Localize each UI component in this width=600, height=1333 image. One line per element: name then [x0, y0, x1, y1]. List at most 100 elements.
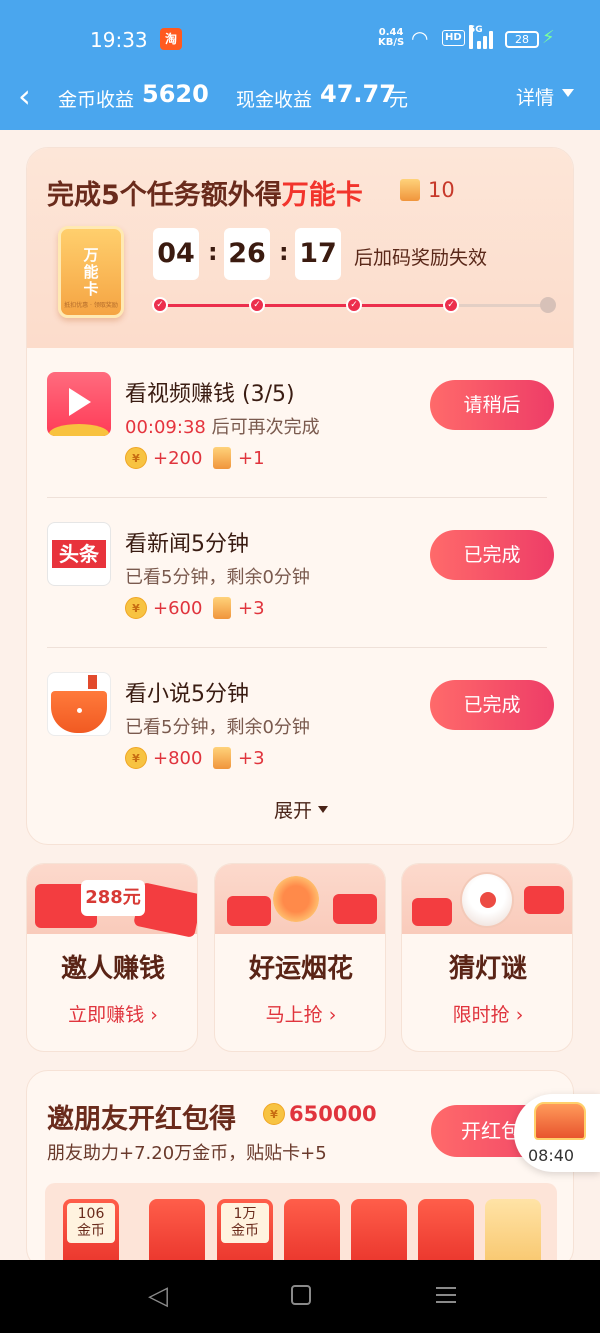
- task-subtitle: 00:09:38 后可再次完成: [125, 413, 320, 439]
- universal-card-foot: 抵扣优惠 · 领取奖励: [64, 302, 118, 309]
- promo-link[interactable]: 限时抢 ›: [402, 1000, 572, 1027]
- promo-invite-earn[interactable]: 288元 邀人赚钱 立即赚钱 ›: [26, 863, 198, 1052]
- chevron-down-icon[interactable]: [562, 89, 574, 97]
- promo-fireworks[interactable]: 好运烟花 马上抢 ›: [214, 863, 386, 1052]
- promo-title: 好运烟花: [248, 954, 353, 984]
- video-icon: [47, 372, 111, 436]
- timer-note: 后加码奖励失效: [354, 247, 488, 269]
- invite-red-packet-panel: 邀朋友开红包得 ¥ 650000 朋友助力+7.20万金币，贴贴卡+5 开红包 …: [26, 1070, 574, 1270]
- progress-step-dot: ✓: [346, 297, 362, 313]
- red-packet-label: 106 金币: [67, 1203, 115, 1243]
- red-envelope-icon: [227, 896, 271, 926]
- prize-tag: 288元: [81, 880, 145, 916]
- universal-card-icon: [400, 179, 420, 201]
- coin-icon: ¥: [125, 747, 147, 769]
- back-icon[interactable]: ‹: [18, 80, 31, 112]
- promo-image: 288元: [27, 864, 197, 938]
- task-card-reward: +3: [238, 748, 265, 769]
- nav-home-icon[interactable]: [291, 1285, 311, 1305]
- lantern-icon: [460, 872, 514, 928]
- promo-link[interactable]: 马上抢 ›: [215, 1000, 385, 1027]
- promo-image: [215, 864, 385, 934]
- expand-button[interactable]: 展开: [27, 796, 573, 823]
- app-header: ‹ 金币收益 5620 现金收益 47.77 元 详情: [0, 68, 600, 130]
- timer-colon: :: [279, 238, 289, 266]
- timer-hours: 04: [153, 228, 199, 280]
- firework-icon: [273, 876, 319, 922]
- nav-back-icon[interactable]: ◁: [148, 1282, 168, 1310]
- red-envelope-icon: [524, 886, 564, 914]
- task-countdown: 00:09:38: [125, 417, 206, 438]
- title-highlight: 万能卡: [281, 180, 363, 211]
- red-envelope-icon: [412, 898, 452, 926]
- task-row-news: 头条 看新闻5分钟 已看5分钟，剩余0分钟 ¥ +600 +3 已完成: [27, 498, 573, 648]
- task-card-reward: +3: [238, 598, 265, 619]
- task-name: 看视频赚钱 (3/5): [125, 382, 295, 407]
- task-subtitle: 已看5分钟，剩余0分钟: [125, 717, 310, 738]
- task-action-button[interactable]: 已完成: [430, 680, 554, 730]
- cash-earnings-value: 47.77: [320, 80, 396, 108]
- universal-card-icon: [213, 747, 231, 769]
- task-action-button[interactable]: 请稍后: [430, 380, 554, 430]
- red-packet-label: 1万 金币: [221, 1203, 269, 1243]
- signal-icon: 5G: [469, 25, 495, 49]
- net-speed-unit: KB/S: [378, 37, 405, 48]
- invite-description: 朋友助力+7.20万金币，贴贴卡+5: [47, 1143, 327, 1164]
- coin-icon: ¥: [263, 1103, 285, 1125]
- timer-seconds: 17: [295, 228, 341, 280]
- news-icon: 头条: [47, 522, 111, 586]
- news-icon-label: 头条: [52, 540, 106, 568]
- wifi-icon: ◠: [411, 26, 429, 50]
- net-speed: 0.44 KB/S: [378, 28, 404, 48]
- status-bar: 19:33 淘 0.44 KB/S ◠ HD 5G 28 ⚡: [0, 0, 600, 68]
- detail-dropdown[interactable]: 详情: [516, 83, 554, 110]
- chest-countdown: 08:40: [528, 1146, 575, 1165]
- coin-icon: ¥: [125, 447, 147, 469]
- timer-minutes: 26: [224, 228, 270, 280]
- title-prefix: 完成5个任务额外得: [47, 180, 282, 211]
- invite-title: 邀朋友开红包得: [47, 1104, 236, 1135]
- cash-earnings-label: 现金收益: [236, 89, 313, 111]
- universal-card-icon: [213, 447, 231, 469]
- red-envelope-icon: [333, 894, 377, 924]
- nav-menu-icon[interactable]: [436, 1285, 456, 1305]
- promo-lantern-riddle[interactable]: 猜灯谜 限时抢 ›: [401, 863, 573, 1052]
- system-nav-bar: ◁: [0, 1260, 600, 1333]
- progress-step-dot: ✓: [152, 297, 168, 313]
- promo-title: 邀人赚钱: [60, 954, 165, 984]
- progress-step-dot: ✓: [443, 297, 459, 313]
- treasure-chest-icon: [534, 1102, 586, 1140]
- expand-label: 展开: [273, 800, 312, 822]
- progress-step-dot: [540, 297, 556, 313]
- task-coin-reward: +200: [153, 448, 203, 469]
- coin-icon: ¥: [125, 597, 147, 619]
- battery-icon: 28: [505, 31, 539, 48]
- promo-link[interactable]: 立即赚钱 ›: [27, 1000, 197, 1027]
- universal-card-icon: [213, 597, 231, 619]
- taobao-notification-icon: 淘: [160, 28, 182, 50]
- cash-unit: 元: [389, 89, 409, 111]
- task-coin-reward: +800: [153, 748, 203, 769]
- invite-amount: 650000: [289, 1102, 377, 1126]
- task-card: 完成5个任务额外得万能卡 10 万 能 卡 抵扣优惠 · 领取奖励 04 : 2…: [26, 147, 574, 845]
- signal-5g-label: 5G: [469, 25, 483, 49]
- universal-card-text: 万 能 卡: [83, 246, 99, 298]
- treasure-chest-timer[interactable]: 08:40: [514, 1094, 600, 1172]
- task-card-reward: +1: [238, 448, 265, 469]
- coin-earnings-label: 金币收益: [58, 89, 135, 111]
- coin-earnings-value: 5620: [142, 80, 209, 108]
- task-subtitle-text: 后可再次完成: [205, 417, 320, 438]
- task-subtitle: 已看5分钟，剩余0分钟: [125, 567, 310, 588]
- clock: 19:33: [90, 28, 148, 52]
- hd-icon: HD: [442, 30, 465, 46]
- task-row-novel: 看小说5分钟 已看5分钟，剩余0分钟 ¥ +800 +3 已完成: [27, 648, 573, 798]
- universal-card-count: 10: [428, 178, 455, 202]
- task-action-button[interactable]: 已完成: [430, 530, 554, 580]
- task-row-video: 看视频赚钱 (3/5) 00:09:38 后可再次完成 ¥ +200 +1 请稍…: [27, 348, 573, 498]
- promo-image: [402, 864, 572, 934]
- promo-title: 猜灯谜: [448, 954, 527, 984]
- task-name: 看新闻5分钟: [125, 532, 249, 557]
- task-name: 看小说5分钟: [125, 682, 249, 707]
- task-card-banner: 完成5个任务额外得万能卡 10 万 能 卡 抵扣优惠 · 领取奖励 04 : 2…: [27, 148, 573, 348]
- progress-fill: [160, 304, 451, 307]
